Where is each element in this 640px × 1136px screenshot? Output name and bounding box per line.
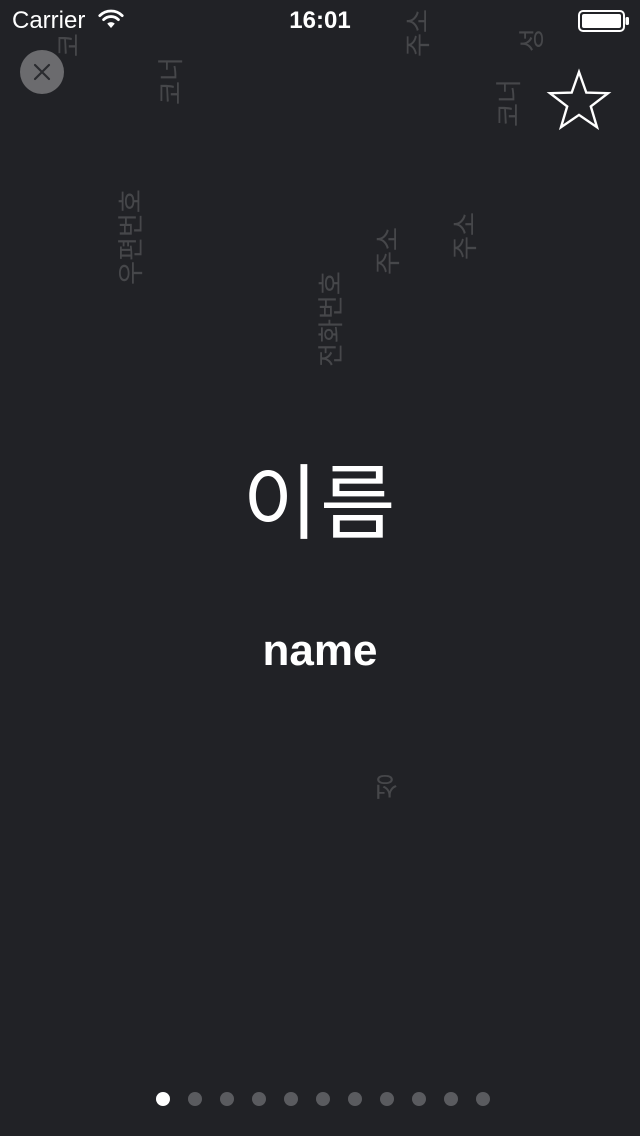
bg-word: 주소 bbox=[403, 9, 434, 57]
page-dot[interactable] bbox=[284, 1092, 298, 1106]
page-dot[interactable] bbox=[188, 1092, 202, 1106]
flashcard-translation: name bbox=[262, 626, 378, 675]
bg-word: 주소 bbox=[373, 227, 404, 275]
page-dot[interactable] bbox=[252, 1092, 266, 1106]
bg-word: 우편번호 bbox=[116, 189, 147, 285]
page-dot[interactable] bbox=[412, 1092, 426, 1106]
page-dot[interactable] bbox=[380, 1092, 394, 1106]
bg-word: 성 bbox=[517, 28, 548, 52]
flashcard-word: 이름 bbox=[242, 457, 398, 552]
bg-word: 주소 bbox=[450, 212, 481, 260]
bg-word: 코 bbox=[54, 33, 85, 57]
page-indicator[interactable] bbox=[0, 1092, 640, 1106]
star-outline-icon bbox=[546, 68, 612, 131]
bg-word: 전화번호 bbox=[316, 271, 347, 367]
close-icon bbox=[33, 63, 51, 81]
page-dot-active[interactable] bbox=[156, 1092, 170, 1106]
bg-word: 코너 bbox=[494, 79, 525, 127]
page-dot[interactable] bbox=[444, 1092, 458, 1106]
flashcard-screen: Carrier 16:01 코너 우편번호 전화번호 주소 주소 코너 성 주소… bbox=[0, 0, 640, 1136]
bg-word: 성 bbox=[374, 770, 398, 800]
page-dot[interactable] bbox=[316, 1092, 330, 1106]
bg-word: 코너 bbox=[156, 57, 187, 105]
favorite-button[interactable] bbox=[546, 68, 612, 132]
page-dot[interactable] bbox=[220, 1092, 234, 1106]
page-dot[interactable] bbox=[348, 1092, 362, 1106]
battery-icon bbox=[578, 10, 630, 32]
page-dot[interactable] bbox=[476, 1092, 490, 1106]
close-button[interactable] bbox=[20, 50, 64, 94]
